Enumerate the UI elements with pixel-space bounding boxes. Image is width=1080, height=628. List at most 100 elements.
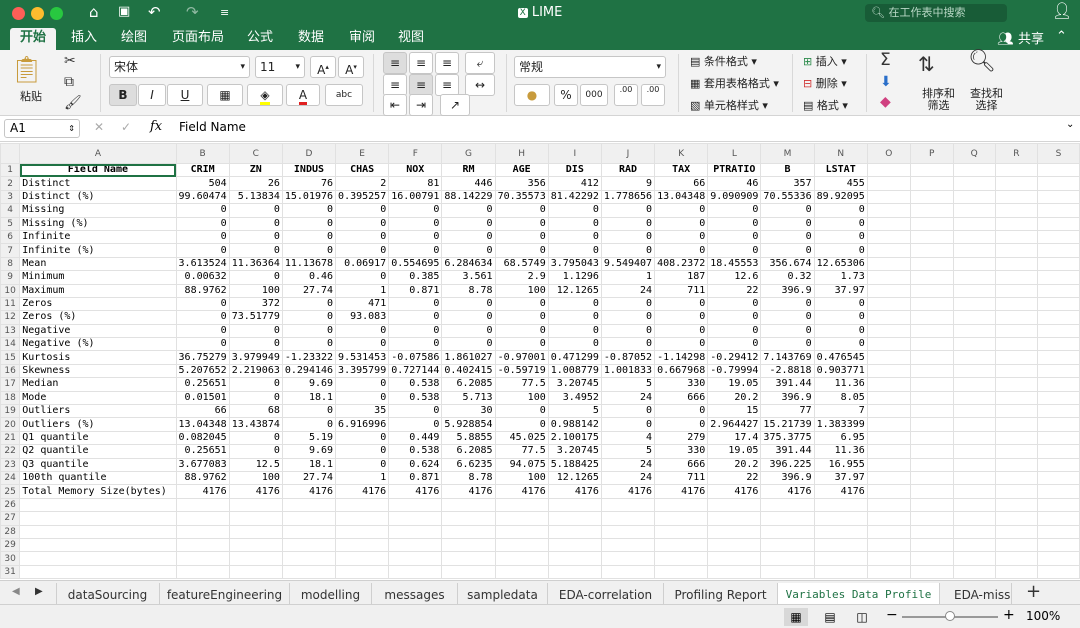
row-header[interactable]: 1 [0,162,21,178]
cell[interactable]: 0 [813,337,868,352]
cell[interactable] [494,537,549,553]
column-header[interactable]: I [547,143,602,164]
cell[interactable]: 0 [281,229,337,245]
cell[interactable]: 0 [228,323,283,339]
cell[interactable]: 446 [441,176,496,191]
cell[interactable]: 11.36 [813,377,868,392]
cell[interactable] [952,256,996,272]
cell[interactable]: Missing [19,203,177,218]
cell[interactable] [909,537,954,553]
cell[interactable]: 70.35573 [494,189,549,205]
cell[interactable]: 0 [228,270,283,285]
cell[interactable]: 0 [281,216,337,231]
cell[interactable]: 100 [494,283,549,298]
paste-icon[interactable]: 📋︎ [10,56,43,84]
cell[interactable]: 1 [600,270,656,285]
zoom-in-button[interactable]: + [1003,607,1015,623]
cell[interactable]: 0 [281,323,337,339]
cell[interactable]: 4176 [760,484,815,499]
cell[interactable]: 0 [281,337,337,352]
cell[interactable]: 0 [707,216,762,231]
cell[interactable]: 0.871 [388,283,443,298]
cell[interactable]: 0 [547,216,602,231]
cell[interactable] [909,283,954,298]
cell[interactable]: 0 [547,310,602,325]
cell[interactable]: 0.294146 [281,363,337,379]
row-header[interactable]: 15 [0,350,21,365]
cell[interactable]: 12.6 [707,270,762,285]
cell[interactable]: 5.19 [281,430,337,446]
cell[interactable]: Total Memory Size(bytes) [19,484,177,499]
cell[interactable]: 391.44 [760,377,815,392]
cell[interactable] [952,511,996,526]
cell[interactable]: 3.20745 [547,377,602,392]
cell[interactable] [866,243,911,258]
cell[interactable]: 22 [707,470,762,486]
cell[interactable]: 24 [600,283,656,298]
cell[interactable] [281,551,337,566]
cell[interactable] [994,377,1038,392]
row-header[interactable]: 23 [0,457,21,472]
cell[interactable] [866,350,911,365]
copy-icon[interactable]: ⧉ [64,74,74,90]
column-header[interactable]: B [175,143,230,164]
cell[interactable]: 4176 [494,484,549,499]
cell[interactable] [994,404,1038,419]
cell[interactable] [866,377,911,392]
cell[interactable] [952,363,996,379]
cell[interactable] [866,216,911,231]
cell[interactable]: 0 [547,203,602,218]
sheet-tab-featureengineering[interactable]: featureEngineering [160,583,290,604]
cell[interactable]: B [760,162,815,178]
cell[interactable]: 396.9 [760,390,815,406]
cell[interactable]: 37.97 [813,470,868,486]
cell[interactable]: 0 [228,337,283,352]
cell[interactable]: 0 [335,337,390,352]
wrap-text-button[interactable]: ⤶ [465,52,495,74]
orientation-button[interactable]: ↗ [440,94,470,116]
cell[interactable] [909,363,954,379]
cell[interactable] [952,310,996,325]
cell[interactable]: 24 [600,457,656,472]
cell[interactable]: 0 [281,404,337,419]
cell[interactable] [1036,551,1080,566]
cell[interactable] [1036,189,1080,205]
column-header[interactable]: K [654,143,709,164]
cell[interactable]: 0 [335,216,390,231]
cell[interactable]: 11.36364 [228,256,283,272]
cell[interactable]: 0.538 [388,444,443,459]
cell[interactable]: 372 [228,296,283,312]
cell[interactable]: 4176 [547,484,602,499]
cell[interactable]: 0.25651 [175,377,230,392]
cell[interactable] [994,524,1038,539]
cell[interactable] [813,537,868,553]
cell[interactable] [388,497,443,513]
cell[interactable]: 0 [228,377,283,392]
cell[interactable] [1036,216,1080,231]
cell[interactable] [335,537,390,553]
cell[interactable] [1036,470,1080,486]
cell[interactable]: 0 [228,444,283,459]
cell[interactable]: 1 [335,470,390,486]
tab-home[interactable]: 开始 [10,28,56,50]
column-header[interactable]: R [994,143,1038,164]
cell[interactable]: DIS [547,162,602,178]
cell[interactable]: 0.624 [388,457,443,472]
cell[interactable] [952,229,996,245]
cell[interactable] [335,551,390,566]
cell[interactable] [909,511,954,526]
column-header[interactable]: A [19,143,177,164]
cell[interactable] [228,551,283,566]
sheet-tab-messages[interactable]: messages [372,583,458,604]
cell[interactable]: 0 [707,337,762,352]
cell[interactable]: 19.05 [707,377,762,392]
cell[interactable] [707,497,762,513]
row-header[interactable]: 18 [0,390,21,406]
cell[interactable]: 0 [335,457,390,472]
cell[interactable] [654,497,709,513]
cell[interactable] [600,564,656,580]
fill-color-button[interactable]: ◈ [247,84,283,106]
cell[interactable]: 455 [813,176,868,191]
cell[interactable]: 0 [441,229,496,245]
cell[interactable]: 0.449 [388,430,443,446]
